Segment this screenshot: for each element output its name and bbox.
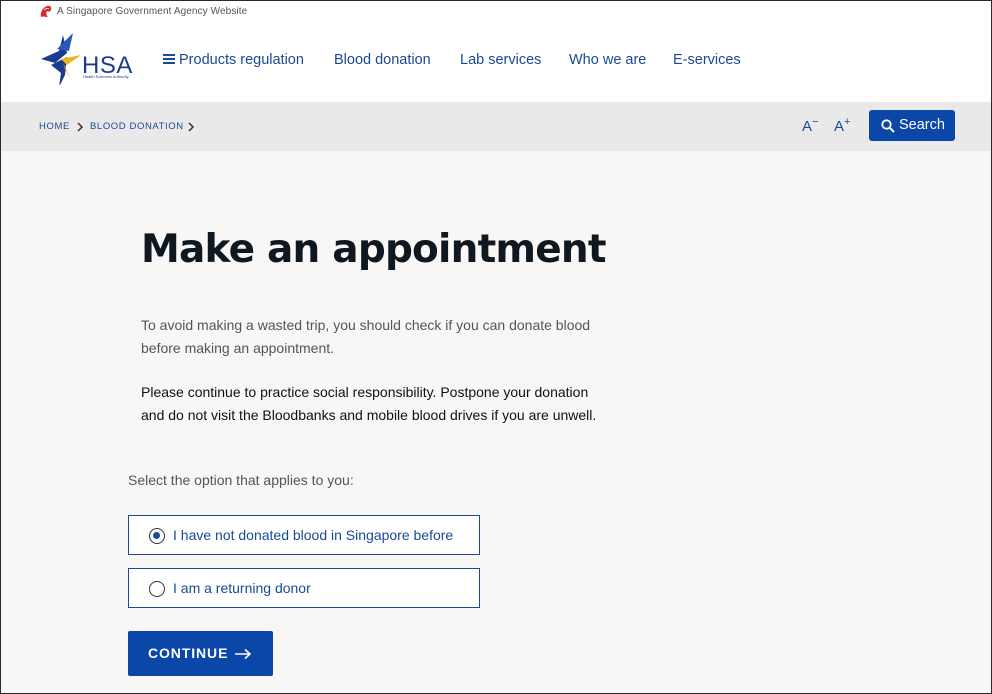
masthead-text: A Singapore Government Agency Website (57, 6, 248, 17)
nav-label: Products regulation (179, 52, 304, 68)
chevron-right-icon (77, 122, 84, 132)
search-icon (881, 119, 895, 133)
breadcrumb-bar: HOME BLOOD DONATION A− A+ Search (1, 102, 991, 151)
hsa-bird-icon (41, 33, 81, 85)
nav-products-regulation[interactable]: Products regulation (163, 52, 304, 68)
notice-paragraph: Please continue to practice social respo… (141, 384, 597, 423)
gov-masthead: A Singapore Government Agency Website (1, 1, 991, 23)
chevron-right-icon (188, 122, 195, 132)
option-label: I am a returning donor (173, 580, 311, 596)
continue-button[interactable]: CONTINUE (128, 631, 273, 676)
breadcrumb-blood-donation[interactable]: BLOOD DONATION (90, 121, 184, 132)
font-increase-sup: + (844, 116, 851, 128)
font-decrease-label: A (802, 118, 813, 135)
hsa-logo[interactable]: HSA Health Sciences Authority (37, 29, 133, 85)
continue-label: CONTINUE (148, 645, 229, 661)
nav-e-services[interactable]: E-services (673, 52, 741, 68)
font-decrease-sup: − (812, 116, 819, 128)
radio-button-checked[interactable] (149, 528, 165, 544)
font-decrease-button[interactable]: A− (802, 116, 818, 135)
select-label: Select the option that applies to you: (128, 472, 354, 488)
site-header: HSA Health Sciences Authority Products r… (1, 23, 991, 103)
option-first-time-donor[interactable]: I have not donated blood in Singapore be… (128, 515, 480, 555)
nav-lab-services[interactable]: Lab services (460, 52, 541, 68)
intro-paragraph: To avoid making a wasted trip, you shoul… (141, 317, 591, 356)
logo-subtext: Health Sciences Authority (83, 74, 129, 79)
search-button[interactable]: Search (869, 110, 955, 141)
arrow-right-icon (235, 648, 252, 660)
page-frame: A Singapore Government Agency Website HS… (0, 0, 992, 694)
search-label: Search (899, 117, 945, 133)
nav-who-we-are[interactable]: Who we are (569, 52, 646, 68)
singapore-lion-icon (40, 5, 52, 18)
breadcrumb-home[interactable]: HOME (39, 121, 70, 132)
page-title: Make an appointment (141, 227, 607, 272)
radio-button[interactable] (149, 581, 165, 597)
option-returning-donor[interactable]: I am a returning donor (128, 568, 480, 608)
option-label: I have not donated blood in Singapore be… (173, 527, 454, 543)
hamburger-menu-icon (163, 54, 175, 64)
font-increase-label: A (834, 118, 845, 135)
font-increase-button[interactable]: A+ (834, 116, 850, 135)
nav-blood-donation[interactable]: Blood donation (334, 52, 431, 68)
